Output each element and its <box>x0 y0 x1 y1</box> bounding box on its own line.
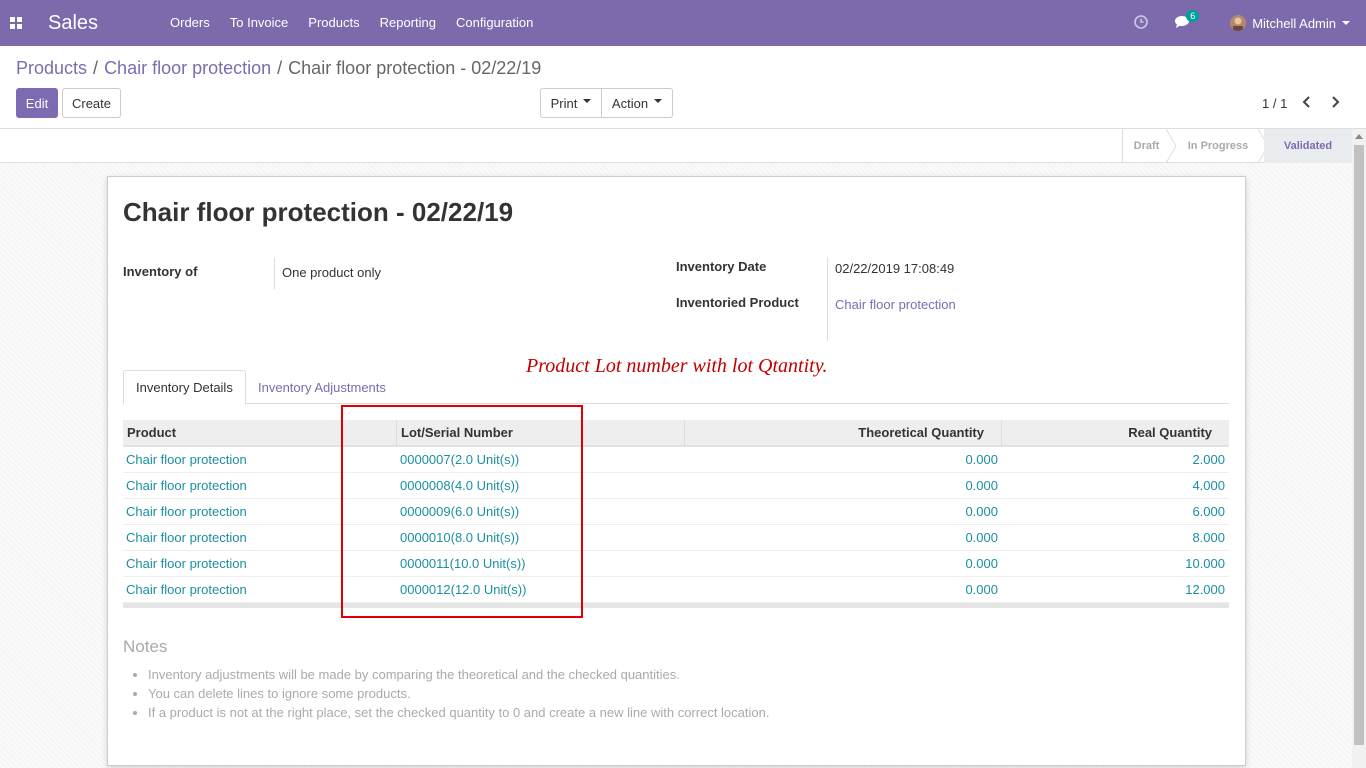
table-row[interactable]: Chair floor protection 0000010(8.0 Unit(… <box>123 525 1229 551</box>
cell-product[interactable]: Chair floor protection <box>126 525 247 550</box>
notebook-tabs: Inventory Details Inventory Adjustments <box>123 370 1229 405</box>
cell-theoretical[interactable]: 0.000 <box>965 447 998 472</box>
vertical-scrollbar[interactable] <box>1352 129 1366 768</box>
table-row[interactable]: Chair floor protection 0000007(2.0 Unit(… <box>123 447 1229 473</box>
cell-real[interactable]: 8.000 <box>1192 525 1225 550</box>
cell-real[interactable]: 12.000 <box>1185 577 1225 602</box>
cell-real[interactable]: 2.000 <box>1192 447 1225 472</box>
breadcrumb-current: Chair floor protection - 02/22/19 <box>288 58 542 78</box>
chevron-down-icon <box>583 99 592 103</box>
menu-item-reporting[interactable]: Reporting <box>370 0 446 46</box>
messages-count-badge: 6 <box>1186 10 1200 22</box>
table-row[interactable]: Chair floor protection 0000011(10.0 Unit… <box>123 551 1229 577</box>
cell-product[interactable]: Chair floor protection <box>126 551 247 576</box>
inventory-lines-table: Product Lot/Serial Number Theoretical Qu… <box>123 420 1229 608</box>
scrollbar-thumb[interactable] <box>1354 145 1364 745</box>
user-menu-chevron-down-icon[interactable] <box>1342 21 1350 25</box>
cell-real[interactable]: 6.000 <box>1192 499 1225 524</box>
table-header: Product Lot/Serial Number Theoretical Qu… <box>123 420 1229 447</box>
inventoried-product-link[interactable]: Chair floor protection <box>835 297 956 312</box>
field-separator <box>274 257 275 289</box>
cell-theoretical[interactable]: 0.000 <box>965 473 998 498</box>
menu-item-to-invoice[interactable]: To Invoice <box>220 0 299 46</box>
column-separator <box>684 420 685 446</box>
breadcrumb-separator: / <box>277 58 283 78</box>
form-sheet: Chair floor protection - 02/22/19 Invent… <box>107 176 1246 766</box>
navbar-systray: 6 Mitchell Admin <box>1134 0 1366 46</box>
messages-icon[interactable]: 6 <box>1174 10 1200 31</box>
breadcrumb-separator: / <box>93 58 99 78</box>
print-label: Print <box>550 95 578 111</box>
cell-theoretical[interactable]: 0.000 <box>965 499 998 524</box>
table-footer <box>123 603 1229 608</box>
cell-theoretical[interactable]: 0.000 <box>965 525 998 550</box>
action-label: Action <box>611 95 649 111</box>
app-name[interactable]: Sales <box>48 12 160 35</box>
inventoried-product-label: Inventoried Product <box>676 295 799 310</box>
note-item: Inventory adjustments will be made by co… <box>148 665 769 684</box>
column-separator <box>1001 420 1002 446</box>
inventory-date-label: Inventory Date <box>676 259 767 274</box>
create-button[interactable]: Create <box>62 88 121 118</box>
cell-product[interactable]: Chair floor protection <box>126 499 247 524</box>
pager-next-icon[interactable] <box>1327 94 1343 110</box>
table-row[interactable]: Chair floor protection 0000009(6.0 Unit(… <box>123 499 1229 525</box>
apps-menu-icon[interactable] <box>0 0 32 46</box>
cell-theoretical[interactable]: 0.000 <box>965 577 998 602</box>
pager-value[interactable]: 1 / 1 <box>1262 96 1287 111</box>
cell-theoretical[interactable]: 0.000 <box>965 551 998 576</box>
inventory-of-label: Inventory of <box>123 264 198 279</box>
cell-product[interactable]: Chair floor protection <box>126 473 247 498</box>
stage-validated: Validated <box>1264 129 1352 163</box>
user-name[interactable]: Mitchell Admin <box>1252 16 1336 31</box>
column-header-real[interactable]: Real Quantity <box>1128 420 1212 446</box>
cell-real[interactable]: 10.000 <box>1185 551 1225 576</box>
main-menu: Orders To Invoice Products Reporting Con… <box>160 0 543 46</box>
print-dropdown-button[interactable]: Print <box>540 88 602 118</box>
breadcrumb-product[interactable]: Chair floor protection <box>104 58 271 78</box>
breadcrumb: Products / Chair floor protection / Chair fl… <box>16 58 541 79</box>
scroll-up-icon[interactable] <box>1355 134 1363 139</box>
notes-list: Inventory adjustments will be made by co… <box>148 665 769 722</box>
inventory-of-value: One product only <box>282 265 382 280</box>
menu-item-configuration[interactable]: Configuration <box>446 0 543 46</box>
cell-product[interactable]: Chair floor protection <box>126 447 247 472</box>
highlight-box <box>341 405 583 618</box>
cell-product[interactable]: Chair floor protection <box>126 577 247 602</box>
field-separator <box>827 257 828 341</box>
pager-previous-icon[interactable] <box>1299 94 1315 110</box>
notes-title: Notes <box>123 637 168 656</box>
status-bar: Draft In Progress Validated <box>0 129 1366 163</box>
control-panel: Products / Chair floor protection / Chair fl… <box>0 46 1366 129</box>
stage-in-progress: In Progress <box>1187 140 1249 152</box>
table-row[interactable]: Chair floor protection 0000008(4.0 Unit(… <box>123 473 1229 499</box>
top-navbar: Sales Orders To Invoice Products Reporti… <box>0 0 1366 46</box>
inventory-date-value: 02/22/2019 17:08:49 <box>835 261 955 276</box>
activity-clock-icon[interactable] <box>1134 15 1150 31</box>
cell-real[interactable]: 4.000 <box>1192 473 1225 498</box>
note-item: If a product is not at the right place, … <box>148 703 769 722</box>
chevron-down-icon <box>654 99 663 103</box>
column-header-theoretical[interactable]: Theoretical Quantity <box>858 420 984 446</box>
breadcrumb-products[interactable]: Products <box>16 58 87 78</box>
menu-item-orders[interactable]: Orders <box>160 0 220 46</box>
edit-button[interactable]: Edit <box>16 88 58 118</box>
record-title: Chair floor protection - 02/22/19 <box>123 197 514 227</box>
action-dropdown-button[interactable]: Action <box>601 88 673 118</box>
column-header-product[interactable]: Product <box>127 420 176 446</box>
table-row[interactable]: Chair floor protection 0000012(12.0 Unit… <box>123 577 1229 603</box>
stage-draft: Draft <box>1122 129 1170 163</box>
menu-item-products[interactable]: Products <box>298 0 369 46</box>
tab-inventory-adjustments[interactable]: Inventory Adjustments <box>246 370 398 404</box>
note-item: You can delete lines to ignore some prod… <box>148 684 769 703</box>
tab-inventory-details[interactable]: Inventory Details <box>123 370 246 405</box>
user-avatar[interactable] <box>1230 15 1247 31</box>
